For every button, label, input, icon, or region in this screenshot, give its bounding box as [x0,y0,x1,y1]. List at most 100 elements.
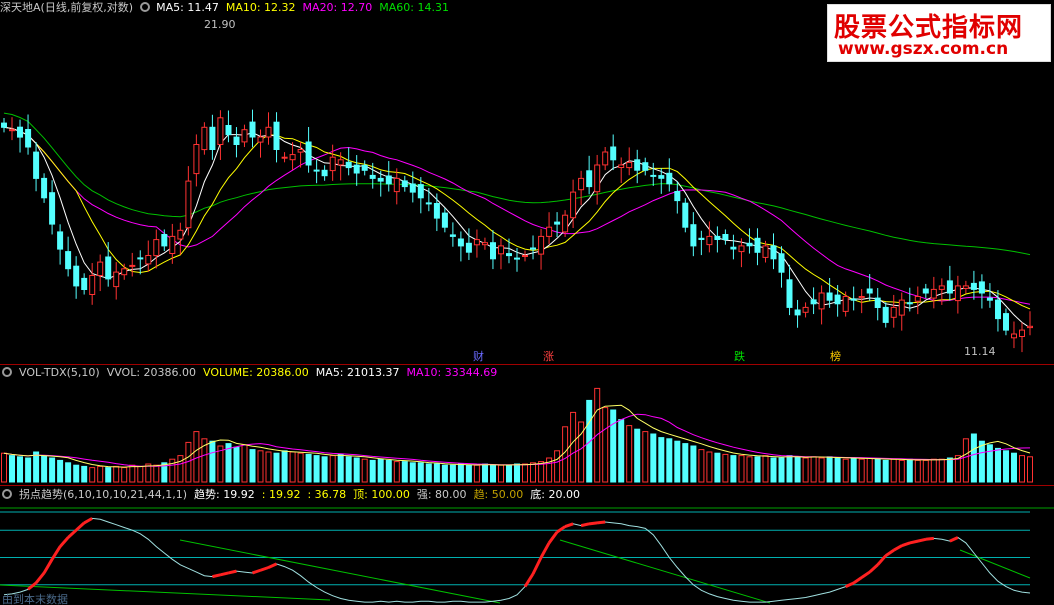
candle-up [626,161,633,169]
candle-down [986,297,993,301]
candle-down [714,235,721,240]
chart-canvas[interactable] [0,0,1054,605]
panel-divider-volume[interactable] [0,364,1054,365]
volume-bar-down [826,456,833,483]
candle-down [345,161,352,169]
candle-down [610,146,617,161]
volume-indicator-name[interactable]: VOL-TDX(5,10) [19,366,100,379]
candle-up [473,239,480,246]
candle-down [73,265,80,287]
volume-header: VOL-TDX(5,10) VVOL: 20386.00 VOLUME: 20386… [0,366,504,380]
volume-bar-up [89,467,96,483]
candle-up [1019,329,1025,338]
candle-up [546,226,553,237]
candle-up [193,144,200,175]
candle-down [321,169,328,177]
candle-down [401,180,408,188]
event-marker-rise[interactable]: 涨 [543,348,554,364]
candle-up [297,149,304,153]
candle-down [770,245,777,260]
volume-bar-down [449,464,456,483]
volume-bar-up [818,457,825,483]
volume-bar-down [874,458,881,483]
candle-down [249,121,256,138]
indicator-name[interactable]: 拐点趋势(6,10,10,10,21,44,1,1) [19,488,187,501]
candle-down [826,292,833,301]
volume-bar-up [530,462,536,483]
volume-bar-down [714,452,721,483]
candle-down [465,242,472,253]
indicator-rising-segment [531,556,543,575]
candle-up [858,296,865,299]
indicator-settings-gear-icon[interactable] [2,489,12,499]
candle-up [89,275,96,295]
volume-bar-up [329,455,336,483]
indicator-rising-segment [83,517,93,525]
volume-bar-up [193,431,200,483]
candle-up [954,285,961,302]
volume-bar-down [730,455,737,483]
candle-down [305,141,312,166]
indicator-rising-segment [228,569,237,575]
candle-up [706,235,713,246]
volume-bar-down [506,464,512,483]
volume-bar-up [914,459,921,483]
volume-bar-up [722,453,729,483]
candle-down [81,277,88,290]
volume-bar-up [153,464,160,483]
ma20-line [3,126,1031,305]
candle-up [802,306,809,313]
volume-bar-down [313,455,320,483]
volume-bar-down [417,462,424,483]
bottom-tab-label[interactable]: 由到本末数据 [2,591,68,605]
volume-bar-down [281,450,288,483]
volume-bar-down [754,456,761,483]
volume-bar-down [674,440,681,483]
volume-bar-down [273,452,280,483]
panel-divider-indicator[interactable] [0,485,1054,486]
indicator-rising-segment [949,536,959,543]
candle-up [153,239,160,257]
candle-down [457,238,464,247]
volume-ma10-value: MA10: 33344.69 [406,366,498,379]
candle-up [97,261,104,277]
event-marker-fall[interactable]: 跌 [734,348,745,364]
candle-up [1027,325,1033,329]
candle-up [618,164,625,168]
volume-bar-down [345,456,352,483]
candle-down [794,309,801,316]
indicator-rising-segment [220,571,229,577]
candle-up [482,242,488,246]
volume-bar-down [786,455,793,483]
candle-up [1011,333,1017,339]
candle-down [995,299,1001,320]
candle-down [65,251,72,270]
volume-bar-up [642,431,649,483]
volume-bar-down [618,419,625,483]
candle-down [225,125,232,136]
event-marker-financial[interactable]: 财 [473,348,484,364]
volume-bar-up [866,457,873,483]
candle-up [522,255,528,257]
indicator-rising-segment [58,536,70,548]
volume-bar-up [361,458,368,483]
indicator-header: 拐点趋势(6,10,10,10,21,44,1,1) 趋势: 19.92: 19.… [0,488,587,502]
volume-bar-up [898,459,905,483]
indicator-bottom: 底: 20.00 [530,488,580,501]
indicator-rising-segment [925,536,934,541]
indicator-rising-segment [917,537,927,543]
indicator-rising-segment [564,522,574,528]
indicator-green-line [179,539,501,604]
candle-up [842,296,849,312]
volume-settings-gear-icon[interactable] [2,367,12,377]
volume-bar-up [890,458,897,483]
volume-bar-down [770,457,777,483]
event-marker-rank[interactable]: 榜 [830,348,841,364]
candle-up [9,129,15,132]
candle-up [738,245,745,253]
candle-down [273,121,280,150]
volume-bar-down [482,463,488,483]
indicator-rising-segment [580,522,590,528]
candle-down [209,126,216,151]
volume-bar-up [289,451,296,483]
